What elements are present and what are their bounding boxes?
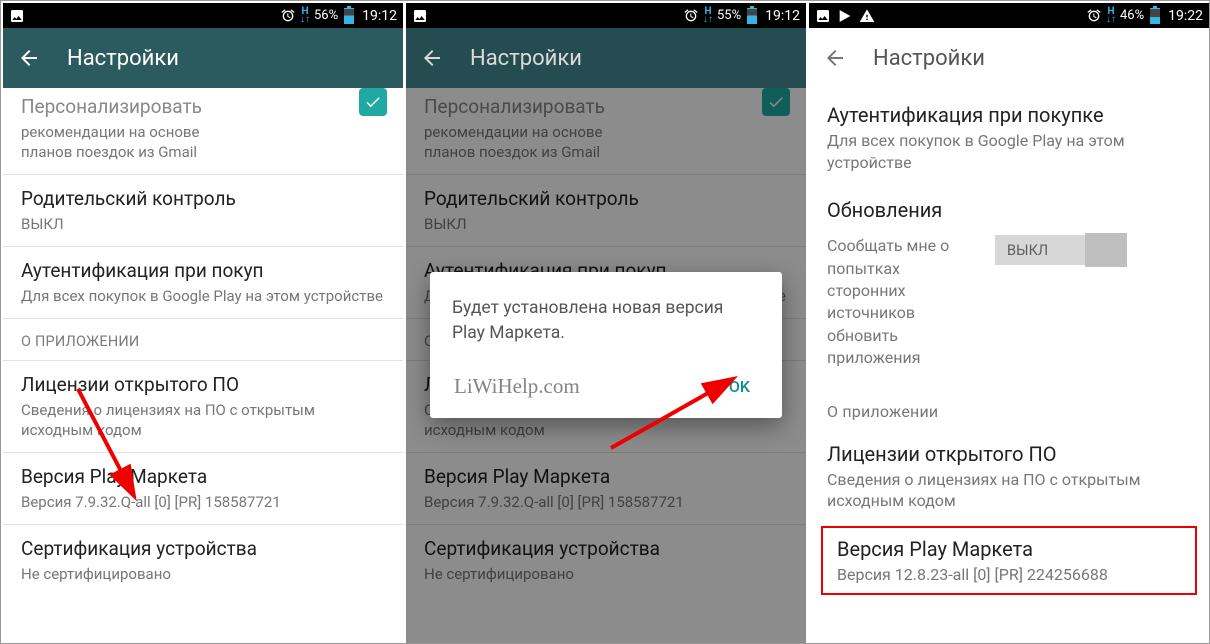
parental-sub: ВЫКЛ — [21, 214, 385, 234]
app-bar: Настройки — [406, 28, 806, 88]
version-sub: Версия 12.8.23-all [0] [PR] 224256688 — [837, 564, 1181, 586]
auth-sub: Для всех покупок в Google Play на этом у… — [827, 130, 1191, 173]
about-header: О приложении — [809, 386, 1209, 429]
license-sub: Сведения о лицензиях на ПО с открытым ис… — [21, 400, 385, 441]
license-title: Лицензии открытого ПО — [827, 441, 1191, 467]
clock: 19:22 — [1168, 8, 1203, 24]
license-title: Лицензии открытого ПО — [21, 373, 385, 398]
auth-title: Аутентификация при покуп — [21, 259, 385, 284]
status-bar: H ↓↑ 46% 19:22 — [809, 3, 1209, 28]
updates-row[interactable]: Обновления — [809, 185, 1209, 223]
battery-icon — [747, 8, 757, 24]
page-title: Настройки — [470, 46, 582, 71]
image-icon — [9, 8, 25, 24]
cert-title: Сертификация устройства — [21, 537, 385, 562]
auth-sub: Для всех покупок в Google Play на этом у… — [21, 286, 385, 306]
battery-percent: 55% — [717, 8, 741, 23]
updates-switch-row: Сообщать мне о попытках сторонних источн… — [809, 225, 1209, 385]
update-dialog: Будет установлена новая версия Play Марк… — [430, 272, 782, 418]
version-sub: Версия 7.9.32.Q-all [0] [PR] 158587721 — [21, 492, 385, 512]
battery-percent: 46% — [1120, 8, 1144, 23]
dialog-text: Будет установлена новая версия Play Марк… — [452, 296, 760, 347]
back-icon[interactable] — [823, 46, 847, 70]
recommendations-sub-2: планов поездок из Gmail — [21, 142, 385, 162]
back-icon[interactable] — [17, 46, 41, 70]
updates-title: Обновления — [827, 197, 1191, 223]
parental-title: Родительский контроль — [21, 187, 385, 212]
cert-sub: Не сертифицировано — [21, 564, 385, 584]
about-header: О ПРИЛОЖЕНИИ — [3, 319, 403, 361]
parental-control-row[interactable]: Родительский контроль ВЫКЛ — [3, 175, 403, 247]
battery-icon — [1150, 8, 1160, 24]
app-bar: Настройки — [3, 28, 403, 88]
license-sub: Сведения о лицензиях на ПО с открытым ис… — [827, 469, 1191, 512]
alarm-icon — [683, 8, 699, 24]
recommendations-sub-1: рекомендации на основе — [21, 122, 385, 142]
recommendations-checkbox[interactable] — [359, 88, 387, 116]
license-row[interactable]: Лицензии открытого ПО Сведения о лицензи… — [3, 361, 403, 453]
screenshot-2: H ↓↑ 55% 19:12 Настройки Персонализирова… — [406, 3, 806, 643]
license-row[interactable]: Лицензии открытого ПО Сведения о лицензи… — [809, 429, 1209, 524]
updates-sub: Сообщать мне о попытках сторонних источн… — [827, 235, 977, 369]
toggle-label: ВЫКЛ — [1007, 242, 1048, 259]
image-icon — [815, 8, 831, 24]
battery-percent: 56% — [314, 8, 338, 23]
back-icon[interactable] — [420, 46, 444, 70]
cert-row[interactable]: Сертификация устройства Не сертифицирова… — [3, 525, 403, 596]
image-icon — [412, 8, 428, 24]
clock: 19:12 — [362, 8, 397, 24]
play-icon — [837, 8, 853, 24]
auth-title: Аутентификация при покупке — [827, 102, 1191, 128]
auth-row[interactable]: Аутентификация при покуп Для всех покупо… — [3, 247, 403, 319]
app-bar: Настройки — [809, 28, 1209, 88]
screenshot-3: H ↓↑ 46% 19:22 Настройки Аутентификация … — [809, 3, 1209, 643]
version-title[interactable]: Версия Play Маркета — [837, 536, 1181, 562]
alarm-icon — [1086, 8, 1102, 24]
version-row[interactable]: Версия Play Маркета Версия 7.9.32.Q-all … — [3, 453, 403, 525]
page-title: Настройки — [873, 46, 985, 71]
screenshot-1: H ↓↑ 56% 19:12 Настройки Персонализирова… — [3, 3, 403, 643]
auth-row[interactable]: Аутентификация при покупке Для всех поку… — [809, 88, 1209, 185]
check-icon — [364, 93, 382, 111]
clock: 19:12 — [765, 8, 800, 24]
page-title: Настройки — [67, 46, 179, 71]
version-title: Версия Play Маркета — [21, 465, 385, 490]
battery-icon — [344, 8, 354, 24]
recommendations-title-cut: Персонализировать — [21, 94, 385, 120]
updates-toggle[interactable]: ВЫКЛ — [995, 235, 1125, 265]
warning-icon — [859, 8, 875, 24]
version-highlight: Версия Play Маркета Версия 12.8.23-all [… — [821, 526, 1197, 596]
status-bar: H ↓↑ 56% 19:12 — [3, 3, 403, 28]
watermark: LiWiHelp.com — [454, 374, 580, 399]
recommendations-row[interactable]: Персонализировать рекомендации на основе… — [3, 88, 403, 175]
alarm-icon — [280, 8, 296, 24]
status-bar: H ↓↑ 55% 19:12 — [406, 3, 806, 28]
ok-button[interactable]: OK — [719, 369, 760, 404]
